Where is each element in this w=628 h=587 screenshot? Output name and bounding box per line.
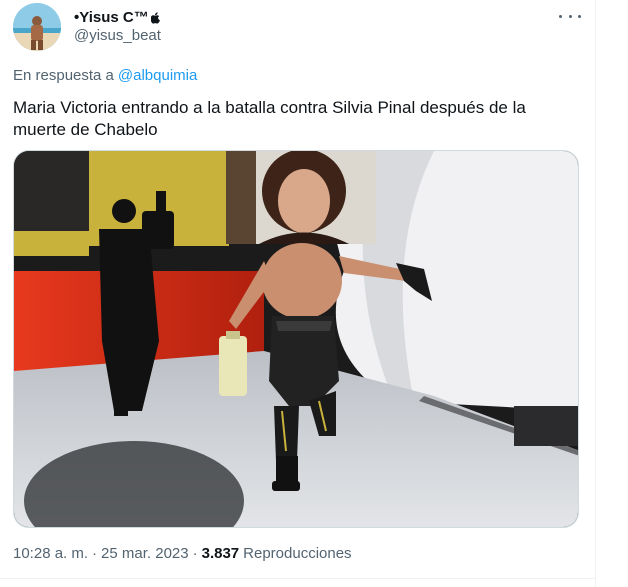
apple-icon (150, 11, 161, 24)
tweet-time: 10:28 a. m. (13, 545, 89, 562)
reply-context: En respuesta a @albquimia (13, 67, 197, 84)
more-dot-icon (568, 14, 572, 18)
tweet-meta: 10:28 a. m. · 25 mar. 2023 · 3.837 Reprodu… (13, 545, 352, 562)
display-name[interactable]: •Yisus C™ (74, 9, 149, 26)
avatar[interactable] (13, 3, 61, 51)
reply-mention-link[interactable]: @albquimia (118, 67, 197, 84)
more-options-button[interactable] (559, 8, 581, 24)
tweet-divider (0, 578, 595, 579)
tweet-media-image[interactable] (13, 150, 579, 528)
tweet-timestamp[interactable]: 10:28 a. m. · 25 mar. 2023 (13, 545, 189, 562)
separator-dot: · (192, 545, 198, 562)
author-handle[interactable]: @yisus_beat (74, 27, 161, 44)
tweet-date: 25 mar. 2023 (101, 545, 189, 562)
separator-dot: · (92, 545, 98, 562)
views-count: 3.837 (201, 545, 240, 562)
more-dot-icon (578, 14, 581, 18)
tweet-text: Maria Victoria entrando a la batalla con… (13, 98, 526, 139)
timeline-border (595, 0, 596, 587)
reply-prefix: En respuesta a (13, 67, 114, 84)
author-name-row: •Yisus C™ (74, 8, 161, 26)
more-dot-icon (559, 14, 562, 18)
views-label: Reproducciones (243, 545, 352, 562)
